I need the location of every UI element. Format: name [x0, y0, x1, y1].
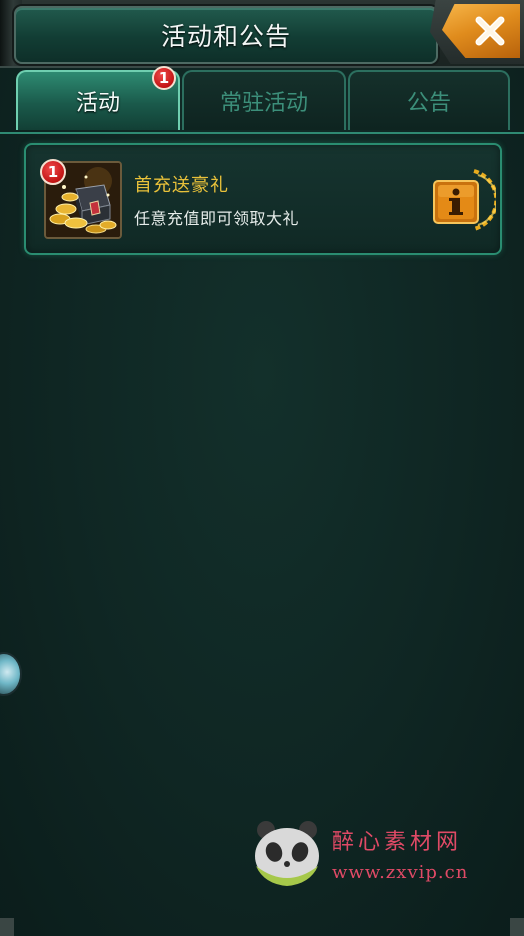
tab-permanent-activities[interactable]: 常驻活动: [182, 70, 346, 130]
frame-corner-right: [510, 918, 524, 936]
page-title: 活动和公告: [160, 22, 291, 51]
tab-activities-badge: 1: [152, 66, 176, 90]
header-bar: 活动和公告: [0, 0, 524, 68]
info-icon: [433, 169, 499, 231]
tab-announcements-label: 公告: [406, 91, 451, 116]
activity-list: 1 首充送豪礼 任意充值即可领取大礼: [0, 132, 524, 932]
tab-activities-label: 活动: [75, 91, 120, 116]
activity-item-description: 任意充值即可领取大礼: [134, 209, 300, 228]
activity-item-title: 首充送豪礼: [134, 175, 229, 196]
activity-item-first-recharge[interactable]: 1 首充送豪礼 任意充值即可领取大礼: [24, 143, 502, 255]
activity-info-button[interactable]: [430, 165, 499, 235]
watermark-url: www.zxvip.cn: [332, 862, 469, 883]
panda-logo-icon: [255, 821, 319, 886]
activity-announcement-screen: 活动和公告 活动 1 常驻活动 公告 1 首充送豪礼 任意充值即可领取大礼 醉心…: [0, 0, 524, 936]
tab-permanent-activities-label: 常驻活动: [219, 91, 308, 116]
title-plate: 活动和公告: [14, 6, 438, 64]
tab-bar: 活动 1 常驻活动 公告: [0, 66, 524, 134]
activity-item-badge: 1: [40, 159, 66, 185]
tab-announcements[interactable]: 公告: [348, 70, 510, 130]
watermark: 醉心素材网 www.zxvip.cn: [250, 818, 520, 892]
close-x-icon: [475, 16, 505, 46]
frame-corner-left: [0, 918, 14, 936]
watermark-title: 醉心素材网: [332, 830, 463, 855]
